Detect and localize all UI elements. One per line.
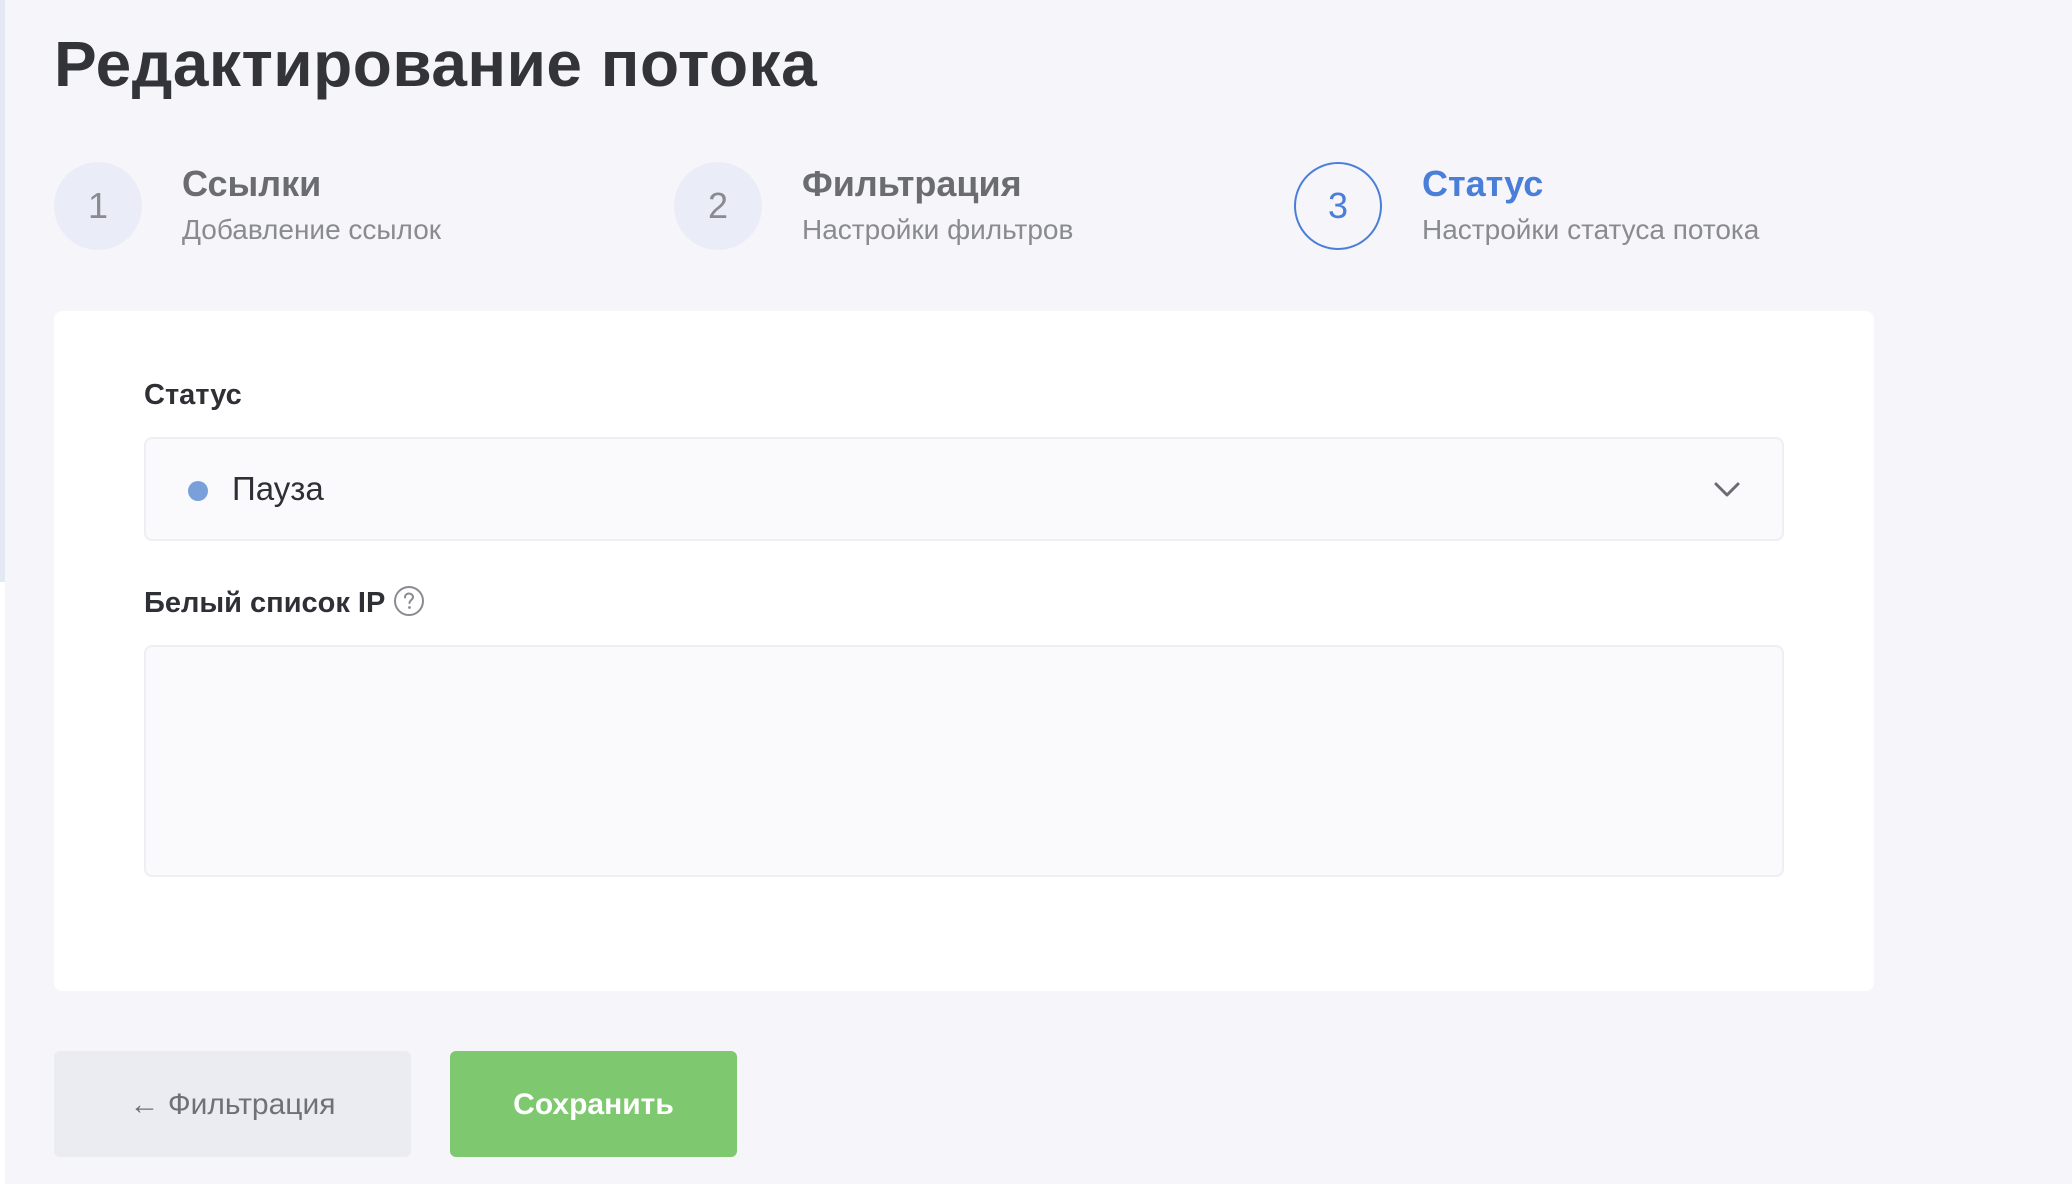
left-sidebar-edge-lower: [0, 582, 5, 1184]
step-title: Фильтрация: [802, 163, 1022, 204]
whitelist-field-label: Белый список IP: [144, 585, 425, 621]
whitelist-ip-textarea[interactable]: [144, 645, 1784, 877]
whitelist-label-text: Белый список IP: [144, 587, 386, 619]
back-to-filtering-button[interactable]: ← Фильтрация: [54, 1051, 411, 1157]
step-subtitle: Настройки фильтров: [802, 214, 1074, 245]
step-number-circle: 2: [674, 162, 762, 250]
step-subtitle: Настройки статуса потока: [1422, 214, 1760, 245]
status-settings-card: Статус Пауза Белый список IP: [54, 311, 1874, 991]
stepper: 1 Ссылки Добавление ссылок 2 Фильтрация …: [54, 162, 1874, 252]
status-dot-icon: [188, 481, 208, 501]
page-title: Редактирование потока: [54, 28, 818, 100]
status-field-label: Статус: [144, 379, 242, 411]
step-title: Статус: [1422, 163, 1544, 204]
status-select[interactable]: Пауза: [144, 437, 1784, 541]
step-number-circle: 3: [1294, 162, 1382, 250]
status-select-value: Пауза: [232, 470, 324, 507]
save-button[interactable]: Сохранить: [450, 1051, 737, 1157]
chevron-down-icon: [1714, 482, 1740, 497]
step-title: Ссылки: [182, 163, 322, 204]
left-sidebar-edge: [0, 0, 5, 582]
step-number-circle: 1: [54, 162, 142, 250]
step-subtitle: Добавление ссылок: [182, 214, 442, 245]
help-icon[interactable]: [393, 585, 425, 617]
